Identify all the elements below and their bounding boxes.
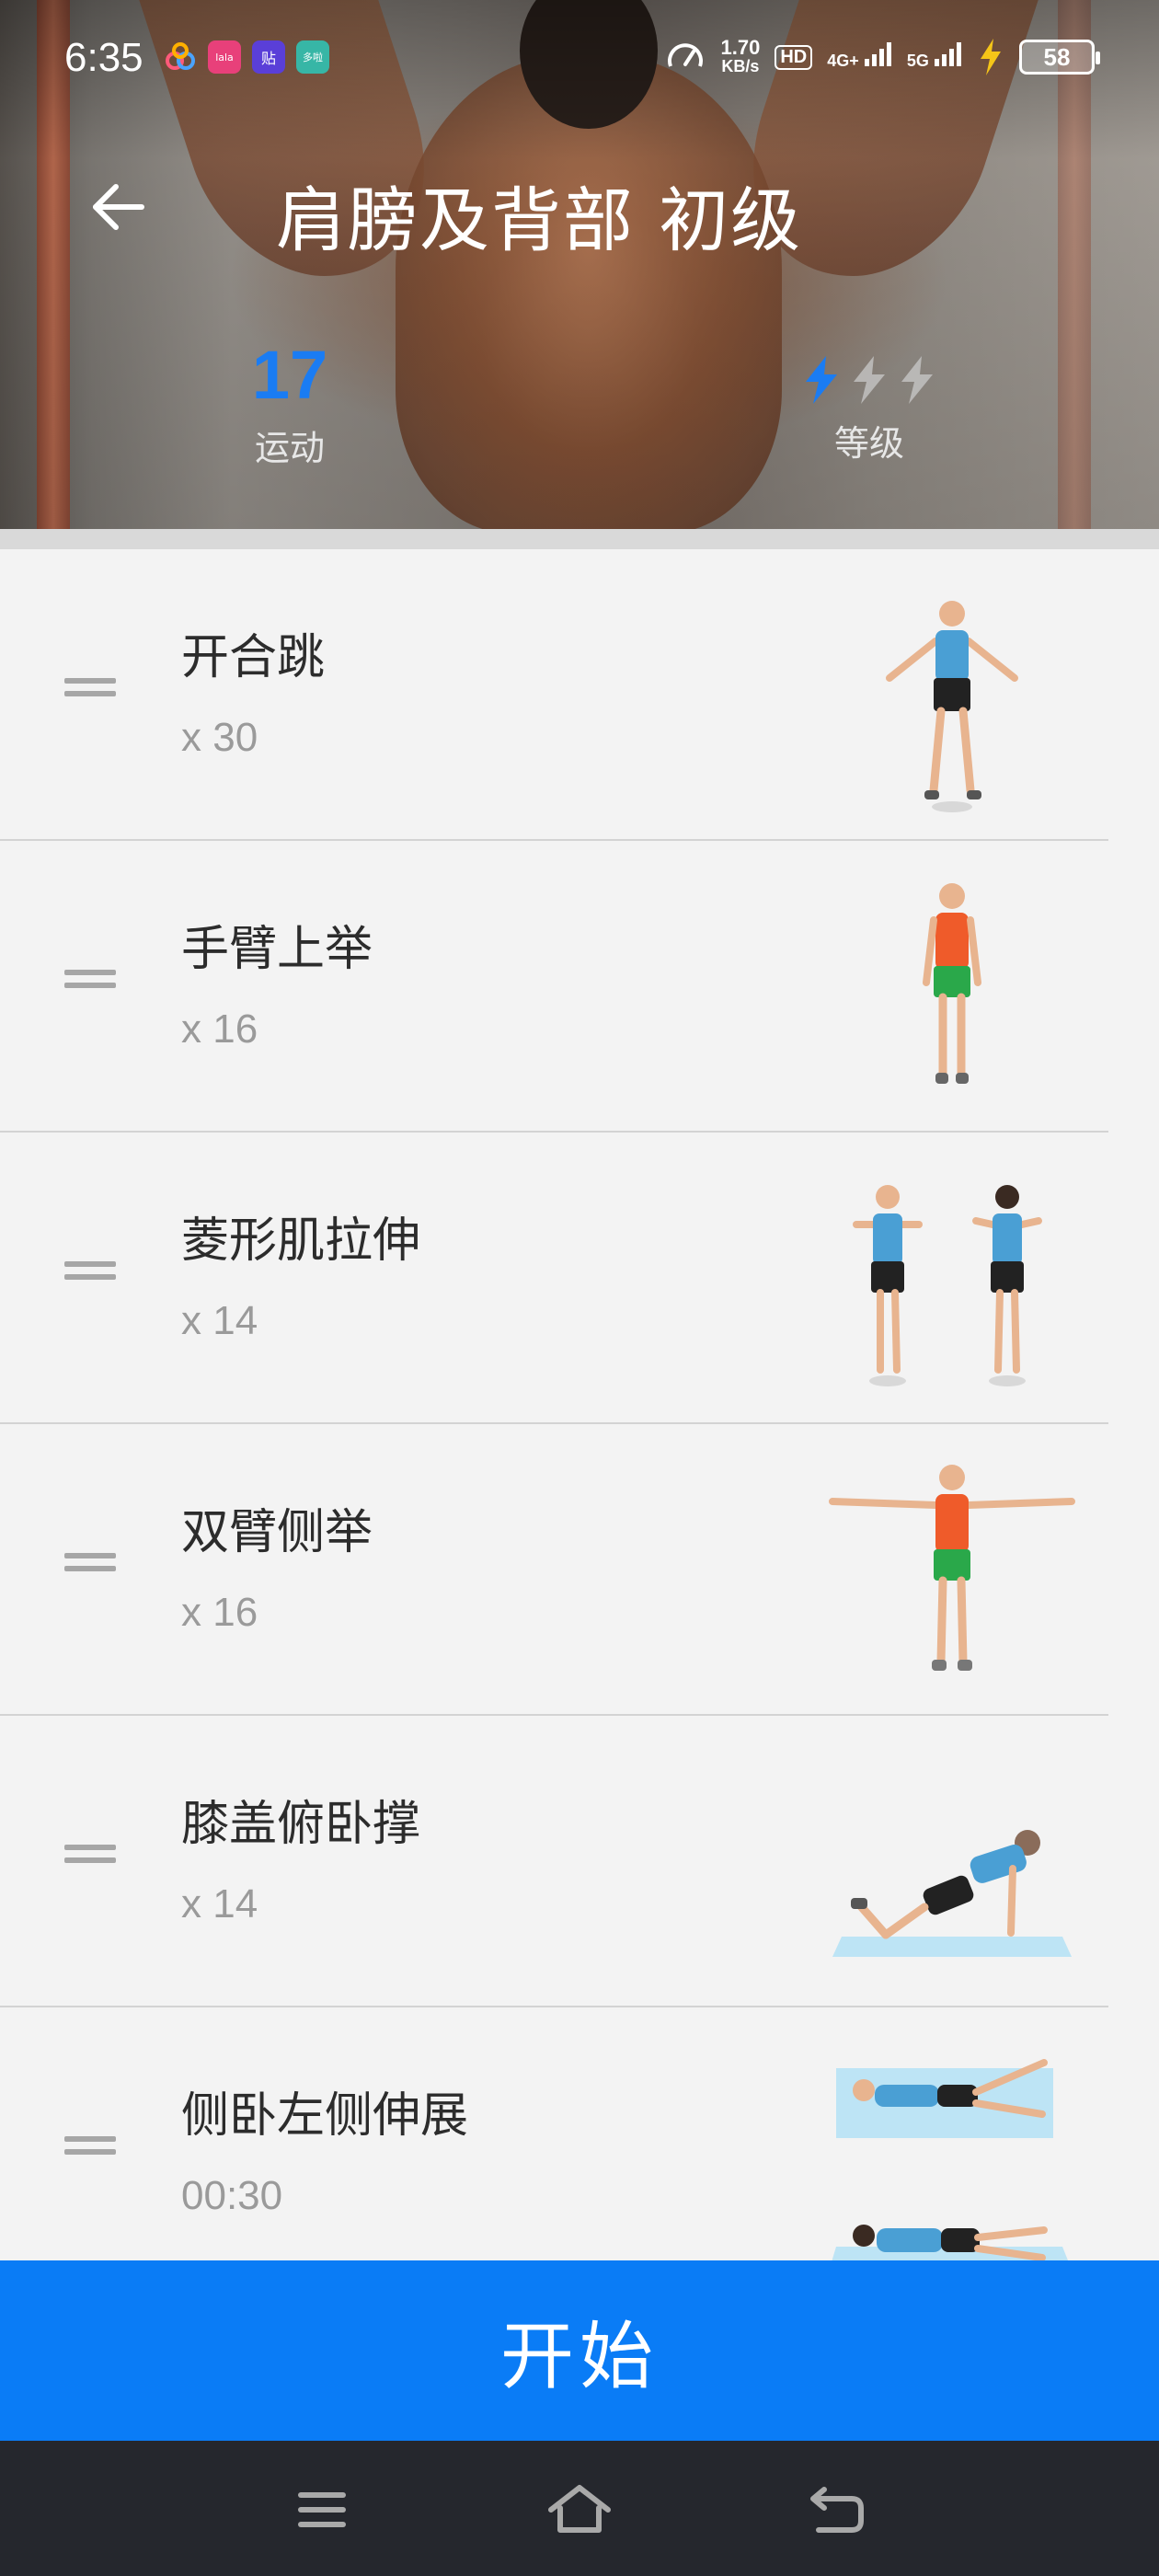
exercise-name: 侧卧左侧伸展 [181, 2088, 469, 2144]
app-icon-3: 贴 [252, 40, 285, 74]
exercise-reps: x 30 [181, 715, 258, 760]
list-item[interactable]: 手臂上举 x 16 [0, 841, 1159, 1133]
exercise-name: 手臂上举 [181, 922, 373, 977]
exercise-name: 开合跳 [181, 630, 326, 685]
drag-handle-icon[interactable] [64, 1553, 116, 1577]
exercise-reps: x 14 [181, 1298, 258, 1343]
system-nav-bar [0, 2441, 1159, 2576]
exercise-reps: x 16 [181, 1590, 258, 1635]
exercise-name: 膝盖俯卧撑 [181, 1797, 421, 1852]
nav-home-button[interactable] [538, 2478, 621, 2542]
list-item[interactable]: 双臂侧举 x 16 [0, 1424, 1159, 1716]
drag-handle-icon[interactable] [64, 678, 116, 702]
back-button[interactable] [81, 170, 155, 244]
network-speed: 1.70 KB/s [720, 36, 761, 76]
list-item[interactable]: 开合跳 x 30 [0, 549, 1159, 841]
network-speed-unit: KB/s [721, 57, 760, 75]
level-bolts [791, 354, 947, 409]
drag-handle-icon[interactable] [64, 2136, 116, 2160]
list-item[interactable]: 膝盖俯卧撑 x 14 [0, 1716, 1159, 2007]
hd-badge: HD [775, 44, 813, 70]
back-icon [810, 2487, 864, 2533]
exercise-name: 双臂侧举 [181, 1505, 373, 1560]
list-item[interactable]: 菱形肌拉伸 x 14 [0, 1133, 1159, 1424]
status-app-icons: lala 贴 多啦 [164, 40, 329, 74]
exercise-reps: 00:30 [181, 2173, 283, 2218]
exercise-reps: x 14 [181, 1881, 258, 1926]
level-label: 等级 [833, 423, 904, 464]
signal-bars-icon [935, 42, 961, 66]
app-icon-4: 多啦 [296, 40, 329, 74]
app-icon-2: lala [208, 40, 241, 74]
signal-5g: 5G [907, 42, 962, 72]
charging-bolt-icon [981, 39, 1001, 75]
page-title: 肩膀及背部 初级 [276, 179, 803, 261]
lightning-icon-active [806, 356, 837, 404]
exercise-reps: x 16 [181, 1006, 258, 1052]
signal-bars-icon [864, 42, 891, 66]
drag-handle-icon[interactable] [64, 970, 116, 994]
network-speed-value: 1.70 [720, 36, 761, 59]
exercise-name: 菱形肌拉伸 [181, 1213, 421, 1269]
app-icon-1 [164, 40, 197, 74]
arm-raise-figure [923, 883, 981, 1084]
signal-4g-label: 4G+ [827, 52, 859, 70]
drag-handle-icon[interactable] [64, 1845, 116, 1869]
nav-menu-button[interactable] [281, 2478, 363, 2542]
status-bar: 6:35 lala 贴 多啦 1.70 KB/s HD 4G+ 5G 58 [0, 0, 1159, 120]
knee-pushup-figure [832, 1830, 1072, 1957]
rhomboid-stretch-figure [853, 1185, 1042, 1386]
side-arm-raise-figure [829, 1465, 1075, 1671]
battery-indicator: 58 [1019, 40, 1100, 75]
level-stat: 等级 [791, 354, 947, 466]
signal-4g: 4G+ [827, 42, 892, 72]
status-time: 6:35 [64, 35, 143, 80]
jumping-jacks-figure [886, 601, 1018, 812]
exercise-list: 开合跳 x 30 手臂上举 x 16 菱形肌拉伸 x 14 双臂侧举 x 16 … [0, 549, 1159, 2299]
drag-handle-icon[interactable] [64, 1261, 116, 1285]
exercise-count-value: 17 [251, 337, 328, 413]
lightning-icon [901, 356, 933, 404]
menu-icon [298, 2492, 346, 2527]
nav-back-button[interactable] [796, 2478, 878, 2542]
exercise-count-label: 运动 [254, 428, 325, 468]
status-indicators: 1.70 KB/s HD 4G+ 5G 58 [665, 36, 1100, 77]
speed-gauge-icon [668, 43, 704, 67]
signal-5g-label: 5G [906, 52, 929, 70]
start-button[interactable]: 开始 [0, 2260, 1159, 2441]
lightning-icon [854, 356, 885, 404]
home-icon [548, 2485, 611, 2533]
list-item[interactable]: 侧卧左侧伸展 00:30 [0, 2007, 1159, 2299]
arrow-left-icon [93, 184, 144, 230]
exercise-count-stat: 17 运动 [230, 336, 350, 470]
side-lying-stretch-figure [831, 2059, 1070, 2265]
header-divider [0, 529, 1159, 549]
